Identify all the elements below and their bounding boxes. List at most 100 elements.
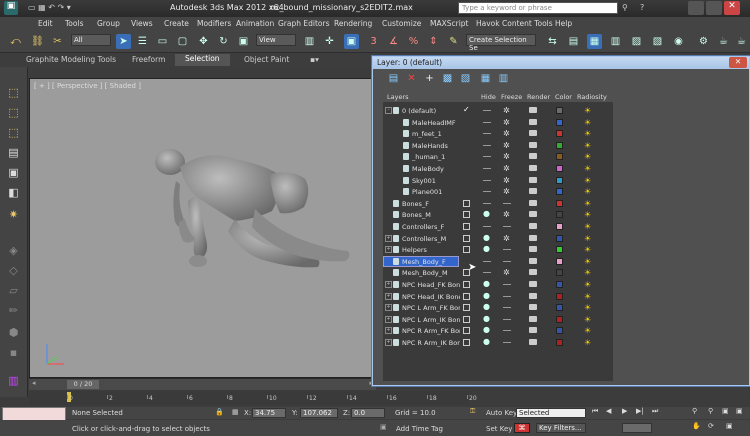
- layer-row[interactable]: - 0 (default) ✓ ✲ ☀: [383, 105, 623, 117]
- select-by-name-icon[interactable]: ☰: [135, 34, 150, 49]
- pivot-icon[interactable]: ▥: [302, 34, 317, 49]
- percent-snap-icon[interactable]: %: [406, 34, 421, 49]
- layer-name[interactable]: Mesh_Body_M: [402, 269, 460, 277]
- unlink-icon[interactable]: ✂: [50, 34, 65, 49]
- layer-row[interactable]: + NPC L Arm_IK Bone ● ☀: [383, 314, 623, 326]
- render-icon[interactable]: [529, 223, 537, 229]
- layer-row[interactable]: + Controllers_M ● ✲ ☀: [383, 233, 623, 245]
- radiosity-icon[interactable]: ☀: [584, 129, 591, 138]
- layer-dialog-close-button[interactable]: ✕: [729, 57, 747, 68]
- layer-name[interactable]: NPC L Arm_FK Bone: [402, 304, 460, 312]
- menu-rendering[interactable]: Rendering: [334, 19, 372, 28]
- color-swatch[interactable]: [556, 107, 563, 114]
- layer-row[interactable]: MaleHeadIMF ✲ ☀: [383, 117, 623, 129]
- menu-havok[interactable]: Havok Content Tools: [476, 19, 553, 28]
- radiosity-icon[interactable]: ☀: [584, 118, 591, 127]
- layer-name[interactable]: NPC Head_FK Bone: [402, 281, 460, 289]
- render-icon[interactable]: [529, 188, 537, 195]
- radiosity-icon[interactable]: ☀: [584, 326, 591, 335]
- layer-name[interactable]: Helpers: [402, 246, 460, 254]
- color-swatch[interactable]: [556, 257, 563, 265]
- layer-name[interactable]: m_feet_1: [412, 130, 460, 138]
- play-icon[interactable]: ▶: [622, 407, 627, 415]
- layer-name[interactable]: NPC L Arm_IK Bone: [402, 316, 460, 324]
- selection-filter-dropdown[interactable]: All: [71, 34, 111, 46]
- hide-toggle[interactable]: [483, 202, 491, 204]
- expand-toggle-icon[interactable]: -: [385, 107, 392, 114]
- menu-edit[interactable]: Edit: [38, 19, 53, 28]
- angle-snap-icon[interactable]: ∡: [386, 34, 401, 49]
- bulb-icon[interactable]: ●: [483, 279, 490, 288]
- render-frame-icon[interactable]: ☕: [716, 34, 731, 49]
- goto-end-icon[interactable]: ⏭: [652, 407, 658, 416]
- zoom-extents-icon[interactable]: ▣: [722, 407, 729, 415]
- radiosity-icon[interactable]: ☀: [584, 106, 591, 115]
- radiosity-icon[interactable]: ☀: [584, 338, 591, 347]
- layer-name[interactable]: NPC R Arm_FK Bone: [402, 327, 460, 335]
- search-input[interactable]: Type a keyword or phrase: [458, 2, 618, 14]
- slice-icon[interactable]: ▥: [6, 373, 21, 388]
- select-object-icon[interactable]: ➤: [116, 34, 131, 49]
- maximize-viewport-icon[interactable]: ▣: [726, 422, 733, 430]
- add-to-layer-icon[interactable]: +: [423, 72, 436, 85]
- render-icon[interactable]: [529, 292, 537, 299]
- render-icon[interactable]: [529, 281, 537, 287]
- render-icon[interactable]: [529, 211, 537, 218]
- render-icon[interactable]: [529, 153, 537, 160]
- set-key-icon[interactable]: ⌘: [514, 423, 530, 433]
- freeze-icon[interactable]: ✲: [503, 234, 510, 243]
- color-swatch[interactable]: [556, 304, 563, 312]
- hide-toggle[interactable]: [483, 133, 491, 135]
- inset-icon[interactable]: ▱: [6, 283, 21, 298]
- color-swatch[interactable]: [556, 292, 563, 300]
- color-swatch[interactable]: [556, 211, 563, 219]
- layer-name[interactable]: _human_1: [412, 153, 460, 161]
- render-icon[interactable]: [529, 269, 537, 276]
- bulb-icon[interactable]: ●: [483, 209, 490, 218]
- radiosity-icon[interactable]: ☀: [584, 152, 591, 161]
- render-setup-icon[interactable]: ⚙: [696, 34, 711, 49]
- absolute-mode-icon[interactable]: ▦: [232, 408, 239, 416]
- scale-icon[interactable]: ▣: [236, 34, 251, 49]
- material-editor-icon[interactable]: ◉: [671, 34, 686, 49]
- layer-row[interactable]: _human_1 ✲ ☀: [383, 151, 623, 163]
- color-swatch[interactable]: [556, 141, 563, 149]
- help-icon[interactable]: ?: [640, 3, 644, 12]
- color-swatch[interactable]: [556, 269, 563, 277]
- menu-tools[interactable]: Tools: [65, 19, 83, 28]
- layer-row[interactable]: Bones_M ● ✲ ☀: [383, 209, 623, 221]
- layer-name[interactable]: Sky001: [412, 177, 460, 185]
- key-filters-button[interactable]: Key Filters...: [536, 423, 586, 433]
- link-icon[interactable]: ⛓: [30, 34, 45, 49]
- bulb-icon[interactable]: ●: [483, 244, 490, 253]
- hide-toggle[interactable]: [483, 110, 491, 111]
- freeze-icon[interactable]: ✲: [503, 176, 510, 185]
- hide-toggle[interactable]: [483, 191, 491, 193]
- expand-toggle-icon[interactable]: +: [385, 234, 392, 242]
- layer-row[interactable]: + NPC Head_IK Bones ● ☀: [383, 291, 623, 303]
- hide-toggle[interactable]: [483, 272, 491, 274]
- freeze-toggle[interactable]: [503, 307, 511, 309]
- color-swatch[interactable]: [556, 153, 563, 161]
- render-icon[interactable]: [529, 257, 537, 264]
- layer-name[interactable]: MaleHands: [412, 142, 460, 150]
- layer-row[interactable]: + NPC Head_FK Bone ● ☀: [383, 279, 623, 291]
- expand-toggle-icon[interactable]: +: [385, 315, 392, 323]
- weld-icon[interactable]: ⬢: [6, 325, 21, 340]
- keyboard-shortcut-icon[interactable]: ▣: [344, 34, 359, 49]
- reference-coord-dropdown[interactable]: View: [256, 34, 296, 46]
- layer-dialog-titlebar[interactable]: Layer: 0 (default) ✕: [373, 57, 749, 69]
- tab-freeform[interactable]: Freeform: [132, 55, 165, 64]
- time-tag-icon[interactable]: ▣: [380, 423, 387, 431]
- menu-animation[interactable]: Animation: [236, 19, 274, 28]
- col-color[interactable]: Color: [555, 93, 572, 101]
- y-coord-field[interactable]: 107.062: [300, 408, 338, 418]
- current-layer-box[interactable]: [463, 292, 470, 300]
- time-slider[interactable]: ◂ 0 / 20 ▸: [29, 378, 376, 390]
- schematic-icon[interactable]: ▧: [650, 34, 665, 49]
- freeze-icon[interactable]: ✲: [503, 210, 510, 219]
- delete-layer-icon[interactable]: ✕: [405, 72, 418, 85]
- radiosity-icon[interactable]: ☀: [584, 257, 591, 266]
- menu-views[interactable]: Views: [131, 19, 153, 28]
- color-swatch[interactable]: [556, 234, 563, 242]
